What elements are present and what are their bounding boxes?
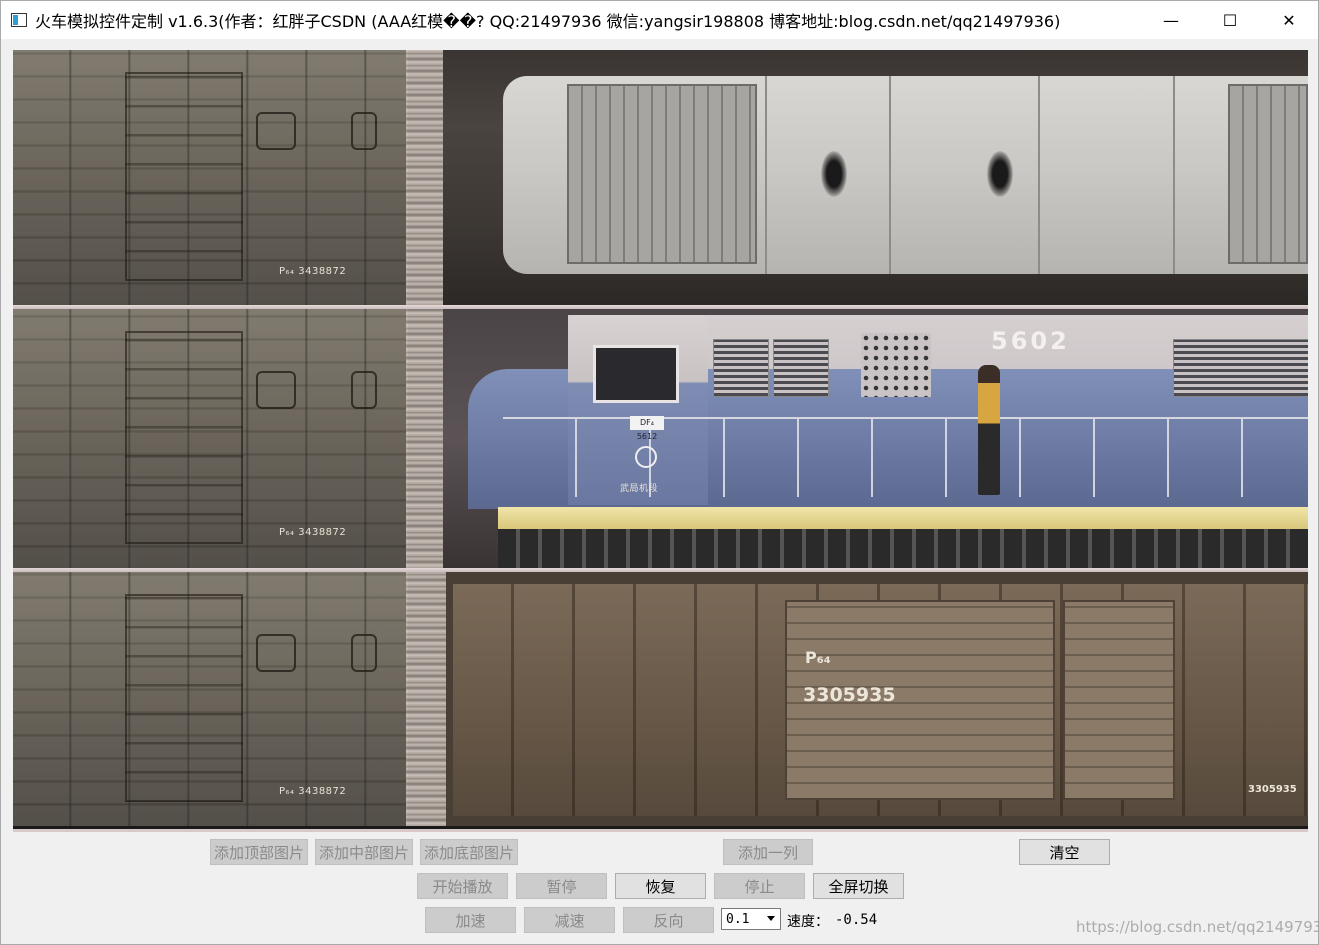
- boxcar-hatch: [256, 112, 296, 150]
- boxcar-hatch: [256, 371, 296, 409]
- side-vent: [773, 339, 829, 397]
- side-vent: [1173, 339, 1308, 397]
- train-row-middle: P₆₄ 3438872 5602 DF₄ 5612 武局机段: [13, 309, 1308, 568]
- stage-border: [13, 829, 1308, 832]
- boxcar-hatch: [351, 112, 377, 150]
- boxcar-image: P₆₄ 3438872: [13, 572, 408, 826]
- add-middle-image-button[interactable]: 添加中部图片: [315, 839, 413, 865]
- app-window: 火车模拟控件定制 v1.6.3(作者：红胖子CSDN (AAA红模��? QQ:…: [0, 0, 1319, 945]
- locomotive-plate: DF₄ 5612: [630, 416, 664, 441]
- roof-porthole: [987, 151, 1013, 197]
- clear-button[interactable]: 清空: [1019, 839, 1110, 865]
- motion-blur-strip: [406, 572, 446, 826]
- close-button[interactable]: ✕: [1260, 1, 1318, 39]
- chevron-down-icon: [767, 916, 775, 921]
- maximize-icon: ☐: [1222, 10, 1238, 30]
- watermark: https://blog.csdn.net/qq21497936: [1076, 918, 1319, 936]
- motion-blur-strip: [406, 309, 446, 568]
- roof-seam: [765, 76, 767, 274]
- side-vent: [713, 339, 769, 397]
- sliding-door: [1063, 600, 1175, 800]
- app-window-icon: [11, 13, 27, 27]
- boxcar-hatch: [351, 371, 377, 409]
- train-row-bottom: P₆₄ 3438872 P₆₄ 3305935 3305935: [13, 572, 1308, 826]
- roof-seam: [889, 76, 891, 274]
- speed-value: -0.54: [835, 912, 878, 928]
- speed-label: 速度：: [787, 914, 829, 930]
- add-column-button[interactable]: 添加一列: [723, 839, 813, 865]
- window-title: 火车模拟控件定制 v1.6.3(作者：红胖子CSDN (AAA红模��? QQ:…: [35, 12, 1061, 31]
- title-bar[interactable]: 火车模拟控件定制 v1.6.3(作者：红胖子CSDN (AAA红模��? QQ:…: [1, 1, 1318, 39]
- reverse-button[interactable]: 反向: [623, 907, 714, 933]
- boxcar-mark: P₆₄ 3438872: [279, 266, 347, 277]
- motion-blur-strip: [406, 50, 446, 305]
- train-display-area: P₆₄ 3438872 P₆₄ 3438872 5602 DF₄ 5612 武局…: [13, 50, 1308, 831]
- car-number-small: 3305935: [1248, 784, 1297, 795]
- locomotive-stripe: [498, 507, 1308, 529]
- train-row-top: P₆₄ 3438872: [13, 50, 1308, 305]
- boxcar-image: P₆₄ 3438872: [13, 50, 408, 305]
- stop-button[interactable]: 停止: [714, 873, 805, 899]
- start-playback-button[interactable]: 开始播放: [417, 873, 508, 899]
- add-top-image-button[interactable]: 添加顶部图片: [210, 839, 308, 865]
- minimize-icon: —: [1163, 10, 1179, 30]
- cab-window: [593, 345, 679, 403]
- locomotive-number: 5602: [991, 327, 1070, 355]
- railway-logo-icon: [635, 446, 657, 468]
- boxcar-door: [125, 594, 243, 802]
- add-bottom-image-button[interactable]: 添加底部图片: [420, 839, 518, 865]
- roof-seam: [1038, 76, 1040, 274]
- speed-step-value: 0.1: [726, 911, 750, 927]
- boxcar-hatch: [256, 634, 296, 672]
- speed-step-select[interactable]: 0.1: [721, 908, 781, 930]
- boxcar-image: P₆₄ 3438872: [13, 309, 408, 568]
- fullscreen-toggle-button[interactable]: 全屏切换: [813, 873, 904, 899]
- car-type: P₆₄: [805, 648, 831, 667]
- minimize-button[interactable]: —: [1142, 1, 1200, 39]
- roof-grille: [1228, 84, 1308, 264]
- boxcar-door: [125, 331, 243, 544]
- resume-button[interactable]: 恢复: [615, 873, 706, 899]
- pause-button[interactable]: 暂停: [516, 873, 607, 899]
- roof-grille: [567, 84, 757, 264]
- long-boxcar: P₆₄ 3305935 3305935: [453, 584, 1308, 816]
- dot-grille: [861, 333, 931, 397]
- boxcar-door: [125, 72, 243, 281]
- railway-worker: [978, 365, 1000, 495]
- close-icon: ✕: [1282, 10, 1296, 30]
- roof-porthole: [821, 151, 847, 197]
- roof-seam: [1173, 76, 1175, 274]
- locomotive-depot: 武局机段: [620, 484, 659, 494]
- boxcar-hatch: [351, 634, 377, 672]
- maximize-button[interactable]: ☐: [1201, 1, 1259, 39]
- boxcar-mark: P₆₄ 3438872: [279, 527, 347, 538]
- locomotive-bogies: [498, 529, 1308, 568]
- slow-down-button[interactable]: 减速: [524, 907, 615, 933]
- speed-up-button[interactable]: 加速: [425, 907, 516, 933]
- locomotive-top-view: [503, 76, 1308, 274]
- car-number: 3305935: [803, 684, 896, 706]
- boxcar-mark: P₆₄ 3438872: [279, 786, 347, 797]
